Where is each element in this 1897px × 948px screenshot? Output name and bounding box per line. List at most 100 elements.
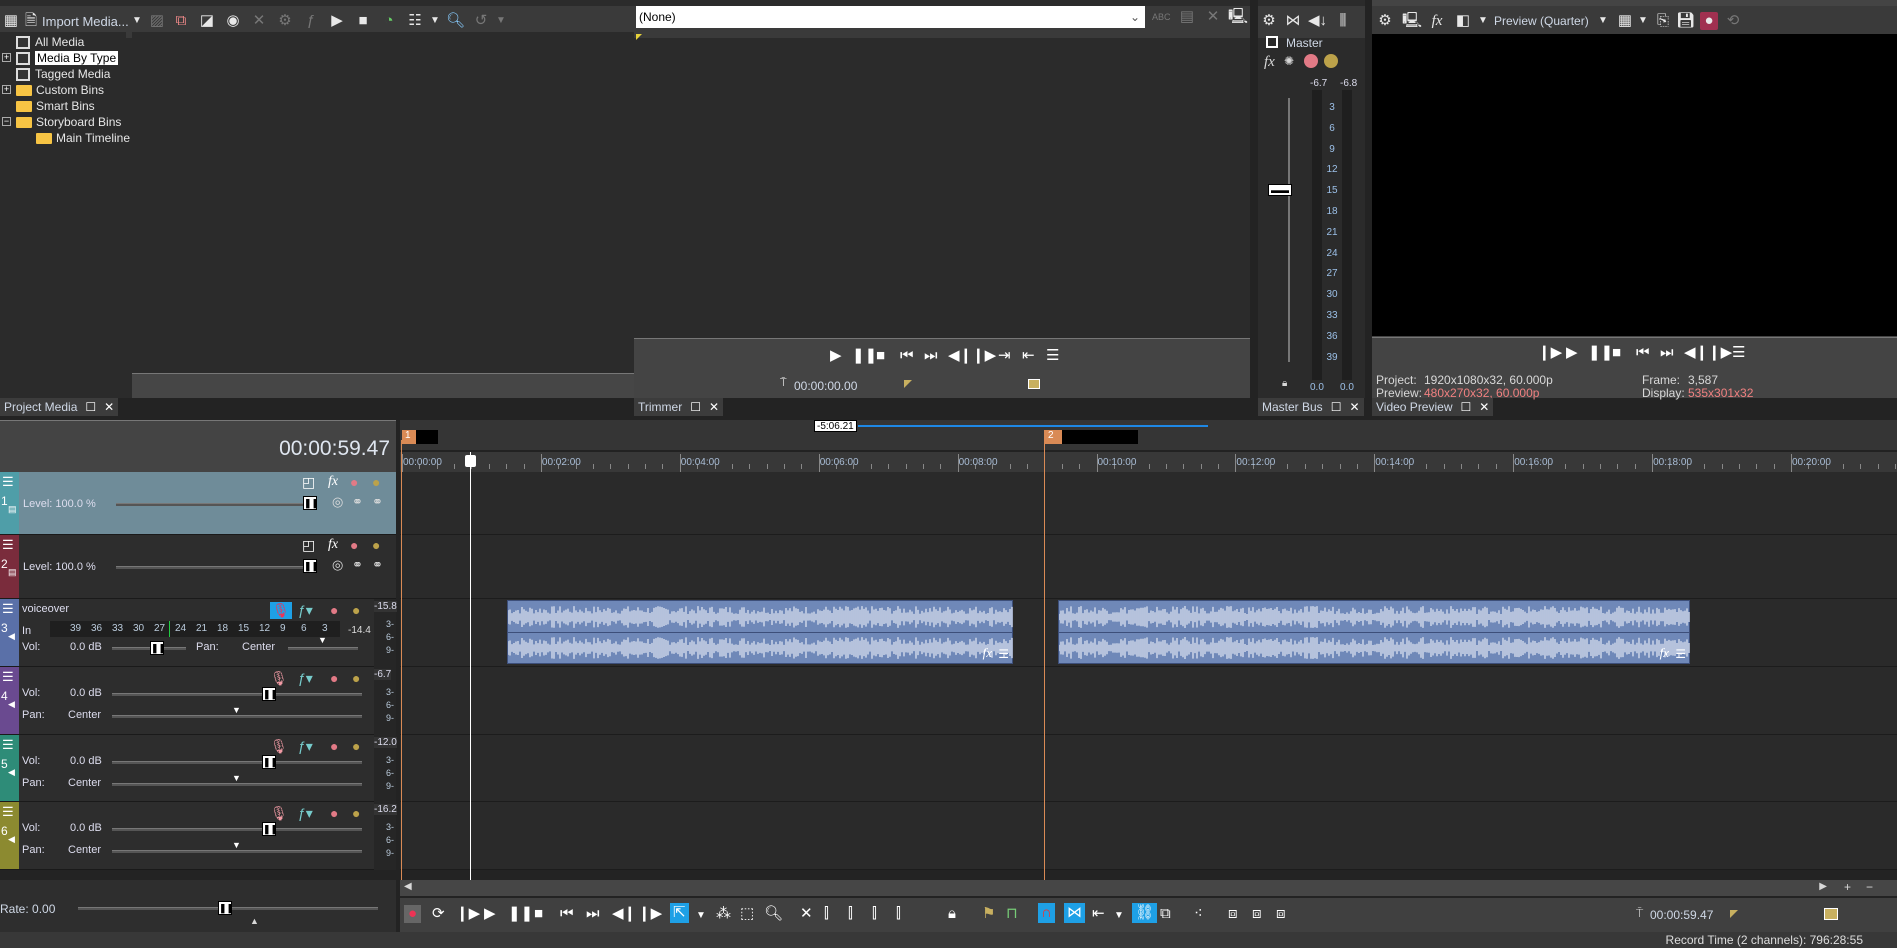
add-before-button[interactable]: ⇤ xyxy=(1022,347,1035,365)
marker-2[interactable]: 2 xyxy=(1044,430,1062,444)
auto-crossfade-button[interactable]: ⋈ xyxy=(1064,903,1085,923)
track-menu-icon[interactable]: ☰ xyxy=(2,474,14,490)
go-to-start-button[interactable]: ⏮ xyxy=(1636,344,1650,362)
tree-item[interactable]: Storyboard Bins xyxy=(16,114,121,130)
track-lane-2[interactable] xyxy=(400,535,1897,599)
mute-icon[interactable]: ● xyxy=(330,670,338,686)
fx-icon[interactable]: ƒ▾ xyxy=(298,805,313,822)
undo-icon[interactable]: ↺ xyxy=(472,12,490,30)
go-to-start-button[interactable]: ⏮ xyxy=(560,905,574,923)
pause-button[interactable]: ❚❚ xyxy=(508,905,533,923)
media-scrollbar[interactable] xyxy=(132,373,634,398)
normal-edit-tool-button[interactable]: ⇱ xyxy=(670,903,689,923)
ripple-dropdown-icon[interactable]: ▼ xyxy=(1114,907,1124,925)
tree-item[interactable]: Custom Bins xyxy=(16,82,104,98)
multicam-button[interactable]: ⧈ xyxy=(1228,905,1238,923)
mute-icon[interactable]: ● xyxy=(330,738,338,754)
capture-icon[interactable]: ▨ xyxy=(148,12,166,30)
parent-icon[interactable]: ⚭ xyxy=(372,557,383,573)
edit-tool-dropdown-icon[interactable]: ▼ xyxy=(696,907,706,925)
motion-blur-icon[interactable]: ◎ xyxy=(332,557,343,573)
timeline-horizontal-scrollbar[interactable]: ◀ ▶ + − xyxy=(400,880,1897,896)
track-menu-icon[interactable]: ☰ xyxy=(2,804,14,820)
mute-icon[interactable]: ● xyxy=(330,602,338,618)
save-snapshot-icon[interactable]: 💾︎ xyxy=(1676,12,1695,30)
split-button[interactable]: ⫿ xyxy=(896,905,901,923)
track-header-3[interactable]: ☰ 3 ◀ voiceover In 39 36 33 30 27 24 21 18 15 12 9 6 3 -14… xyxy=(0,599,397,667)
clip-menu-icon[interactable]: ☰ xyxy=(1675,647,1686,661)
track-lane-5[interactable] xyxy=(400,735,1897,802)
stop-icon[interactable]: ■ xyxy=(354,12,372,30)
media-view-icon[interactable]: ▦ xyxy=(2,12,20,30)
record-button[interactable]: ● xyxy=(404,905,422,923)
track-header-4[interactable]: ☰ 4 ◀ Vol: 0.0 dB ❚❚ Pan: Center ▼ 🎙︎ ƒ▾ ● ● -6.7 3- 6-… xyxy=(0,667,396,735)
pan-slider[interactable] xyxy=(112,783,362,786)
split-dropdown-icon[interactable]: ▼ xyxy=(1474,12,1492,30)
envelope-tool-button[interactable]: ⁂ xyxy=(716,905,731,923)
multicam-2-button[interactable]: ⧈ xyxy=(1252,905,1262,923)
track-name[interactable]: voiceover xyxy=(22,603,69,615)
previous-frame-button[interactable]: ◀❙ xyxy=(948,347,972,365)
clip-fx-icon[interactable]: fx xyxy=(1660,645,1669,661)
level-slider-thumb[interactable]: ❚❚ xyxy=(303,496,319,510)
track-header-2[interactable]: ☰ 2 ▤ Level: 100.0 % ❚❚ ◰ fx ● ● ◎ ⚭ ⚭ xyxy=(0,535,396,599)
mixer-icon[interactable]: ⫼ xyxy=(1334,12,1352,30)
composite-mode-icon[interactable]: ◰ xyxy=(302,474,315,491)
remove-icon[interactable]: ✕ xyxy=(250,12,268,30)
preview-quality-dropdown[interactable]: Preview (Quarter) xyxy=(1494,14,1589,28)
media-fx-icon[interactable]: ƒ xyxy=(302,12,320,30)
zoom-out-icon[interactable]: − xyxy=(1866,880,1873,894)
tab-project-media[interactable]: Project Media ☐ ✕ xyxy=(0,398,119,416)
pan-slider[interactable] xyxy=(288,647,358,650)
solo-icon[interactable]: ● xyxy=(352,602,360,618)
gear-icon[interactable]: ⚙ xyxy=(1376,12,1394,30)
selection-start-icon[interactable] xyxy=(1730,910,1738,918)
record-icon[interactable]: ● xyxy=(1700,12,1718,30)
volume-slider[interactable] xyxy=(112,647,186,650)
split-screen-icon[interactable]: ◧ xyxy=(1454,12,1472,30)
volume-slider-thumb[interactable]: ❚❚ xyxy=(262,822,278,836)
lock-button[interactable]: 🔒︎ xyxy=(948,905,956,923)
pan-slider[interactable] xyxy=(112,850,362,853)
close-icon[interactable]: ✕ xyxy=(1479,400,1489,414)
grid-dropdown-icon[interactable]: ▼ xyxy=(1634,12,1652,30)
fx-icon[interactable]: fx xyxy=(1264,54,1275,71)
trim-button[interactable]: ⫿ xyxy=(824,905,829,923)
insert-region-button[interactable]: ⊓ xyxy=(1006,905,1018,923)
previous-frame-button[interactable]: ◀❙ xyxy=(1684,344,1708,362)
pan-slider[interactable] xyxy=(112,715,362,718)
go-to-start-button[interactable]: ⏮ xyxy=(900,347,914,365)
extract-audio-icon[interactable]: ◪ xyxy=(198,12,216,30)
mute-icon[interactable] xyxy=(1304,54,1318,68)
automation-icon[interactable]: ✺ xyxy=(1284,54,1294,68)
tab-trimmer[interactable]: Trimmer ☐ ✕ xyxy=(634,398,724,416)
track-header-6[interactable]: ☰ 6 ◀ Vol: 0.0 dB ❚❚ Pan: Center ▼ 🎙︎ ƒ▾ ● ● -16.2 3- 6… xyxy=(0,802,397,870)
fx-icon[interactable]: fx xyxy=(328,537,338,553)
mute-icon[interactable]: ● xyxy=(330,805,338,821)
zoom-tool-button[interactable]: 🔍︎ xyxy=(764,905,783,923)
auto-preview-icon[interactable]: ◔ xyxy=(380,12,398,30)
quality-dropdown-icon[interactable]: ▼ xyxy=(1594,12,1612,30)
play-icon[interactable]: ▶ xyxy=(328,12,346,30)
go-to-end-button[interactable]: ⏭ xyxy=(924,347,938,365)
close-icon[interactable]: ✕ xyxy=(1349,400,1359,414)
views-icon[interactable]: ☷ xyxy=(406,12,424,30)
go-to-end-button[interactable]: ⏭ xyxy=(1660,344,1674,362)
track-menu-icon[interactable]: ☰ xyxy=(2,601,14,617)
mute-icon[interactable]: ● xyxy=(350,537,358,553)
lock-icon[interactable]: 🔒︎ xyxy=(1282,378,1287,389)
import-dropdown-icon[interactable]: ▼ xyxy=(128,12,146,30)
get-media-icon[interactable]: ⧉ xyxy=(172,12,190,30)
master-fader-track[interactable] xyxy=(1288,98,1290,362)
menu-icon[interactable]: ☰ xyxy=(1732,344,1745,362)
views-dropdown-icon[interactable]: ▼ xyxy=(426,12,444,30)
in-point-icon[interactable] xyxy=(904,380,912,388)
zoom-in-icon[interactable]: + xyxy=(1844,880,1851,894)
level-slider-thumb[interactable]: ❚❚ xyxy=(303,559,319,573)
stop-button[interactable]: ■ xyxy=(876,347,885,365)
selection-length-icon[interactable] xyxy=(1028,379,1040,389)
level-slider[interactable] xyxy=(116,566,306,569)
solo-icon[interactable] xyxy=(1324,54,1338,68)
go-to-end-button[interactable]: ⏭ xyxy=(586,905,600,923)
rate-slider-thumb[interactable]: ❚❚ xyxy=(218,901,234,915)
